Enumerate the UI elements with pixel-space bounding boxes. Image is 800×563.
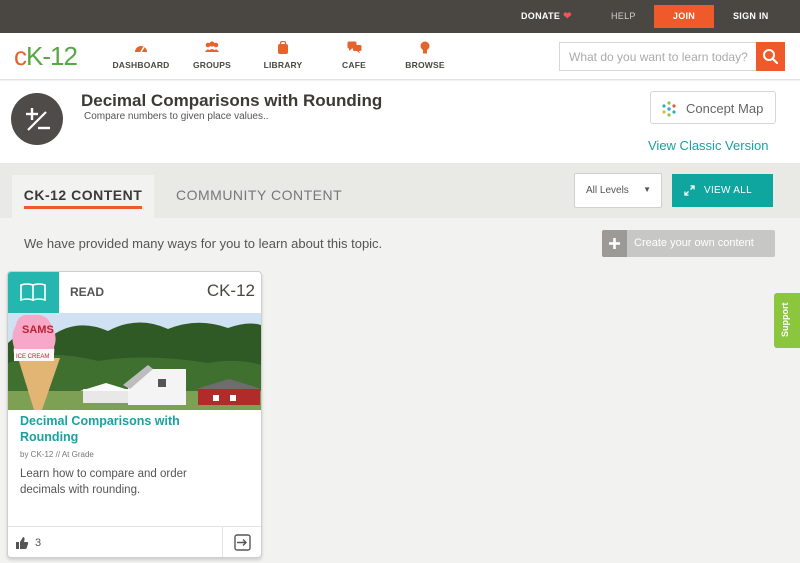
search-box — [559, 42, 785, 71]
nav-dashboard[interactable]: DASHBOARD — [106, 41, 176, 70]
nav-cafe-label: CAFE — [342, 60, 366, 70]
tab-community-content[interactable]: COMMUNITY CONTENT — [176, 175, 342, 218]
search-button[interactable] — [756, 42, 785, 71]
likes-count: 3 — [35, 537, 42, 549]
logo-c: c — [14, 41, 27, 71]
nav-browse-label: BROWSE — [405, 60, 445, 70]
expand-icon — [684, 185, 695, 196]
card-title-link[interactable]: Decimal Comparisons with Rounding — [20, 413, 210, 445]
nav-groups[interactable]: GROUPS — [177, 41, 247, 70]
page-title: Decimal Comparisons with Rounding — [81, 91, 383, 110]
plus-icon — [602, 230, 627, 257]
card-type-label: READ — [70, 285, 105, 299]
nav-library[interactable]: LIBRARY — [248, 40, 318, 70]
tab-ck12-content[interactable]: CK-12 CONTENT — [12, 175, 154, 218]
create-content-label: Create your own content — [634, 237, 754, 249]
view-all-button[interactable]: VIEW ALL — [672, 174, 773, 207]
card-author: by CK-12 — [20, 450, 54, 459]
heart-icon: ❤ — [563, 11, 572, 22]
plus-minus-icon — [11, 93, 63, 145]
page-subtitle: Compare numbers to given place values.. — [84, 111, 269, 122]
library-icon — [248, 40, 318, 55]
active-tab-underline — [24, 206, 142, 209]
view-classic-link[interactable]: View Classic Version — [648, 138, 768, 153]
levels-dropdown[interactable]: All Levels ▼ — [574, 173, 662, 208]
sign-text: SAMS — [22, 324, 54, 336]
join-button[interactable]: JOIN — [654, 5, 714, 28]
sign-in-link[interactable]: SIGN IN — [733, 0, 769, 33]
read-card[interactable]: READ CK-12 SAMS ICE CREAM Decimal Compar… — [7, 271, 262, 558]
support-label: Support — [780, 302, 790, 338]
open-card-button[interactable] — [222, 527, 261, 557]
nav-dashboard-label: DASHBOARD — [112, 60, 170, 70]
nav-browse[interactable]: BROWSE — [390, 41, 460, 70]
main-nav: cK-12 DASHBOARD GROUPS LIBRARY CAFE BROW… — [0, 33, 800, 80]
create-content-button[interactable]: Create your own content — [602, 230, 775, 257]
cafe-icon — [319, 41, 389, 55]
intro-text: We have provided many ways for you to le… — [24, 236, 383, 251]
ck12-logo[interactable]: cK-12 — [14, 41, 78, 72]
card-description: Learn how to compare and order decimals … — [20, 468, 187, 496]
card-footer: 3 — [8, 526, 261, 557]
card-level: // At Grade — [55, 450, 94, 459]
view-all-label: VIEW ALL — [704, 185, 752, 196]
search-icon — [763, 49, 779, 65]
open-icon — [234, 534, 251, 551]
search-input[interactable] — [560, 43, 756, 70]
levels-selected: All Levels — [586, 185, 629, 196]
card-byline: by CK-12 // At Grade — [20, 450, 94, 459]
browse-icon — [390, 41, 460, 55]
content-tabs: CK-12 CONTENT COMMUNITY CONTENT All Leve… — [0, 163, 800, 218]
tab-ck12-content-label: CK-12 CONTENT — [23, 187, 143, 203]
concept-map-icon — [662, 101, 676, 117]
concept-map-button[interactable]: Concept Map — [650, 91, 776, 124]
concept-header: Decimal Comparisons with Rounding Compar… — [0, 81, 800, 163]
donate-link[interactable]: DONATE ❤ — [521, 0, 572, 33]
top-bar: DONATE ❤ HELP JOIN SIGN IN — [0, 0, 800, 33]
thumbs-up-icon[interactable] — [15, 536, 29, 550]
logo-k: K — [26, 41, 43, 71]
nav-cafe[interactable]: CAFE — [319, 41, 389, 70]
donate-label: DONATE — [521, 11, 561, 21]
support-tab[interactable]: Support — [774, 293, 800, 348]
help-link[interactable]: HELP — [611, 0, 636, 33]
logo-rest: -12 — [42, 41, 78, 71]
book-icon — [8, 272, 59, 313]
card-thumbnail-image: SAMS ICE CREAM — [8, 313, 261, 410]
nav-groups-label: GROUPS — [192, 60, 232, 70]
sign-text-2: ICE CREAM — [16, 354, 49, 360]
concept-map-label: Concept Map — [686, 101, 764, 116]
nav-library-label: LIBRARY — [263, 60, 303, 70]
card-brand-logo: CK-12 — [206, 281, 255, 300]
groups-icon — [177, 41, 247, 55]
dashboard-icon — [106, 41, 176, 55]
caret-down-icon: ▼ — [643, 185, 651, 194]
